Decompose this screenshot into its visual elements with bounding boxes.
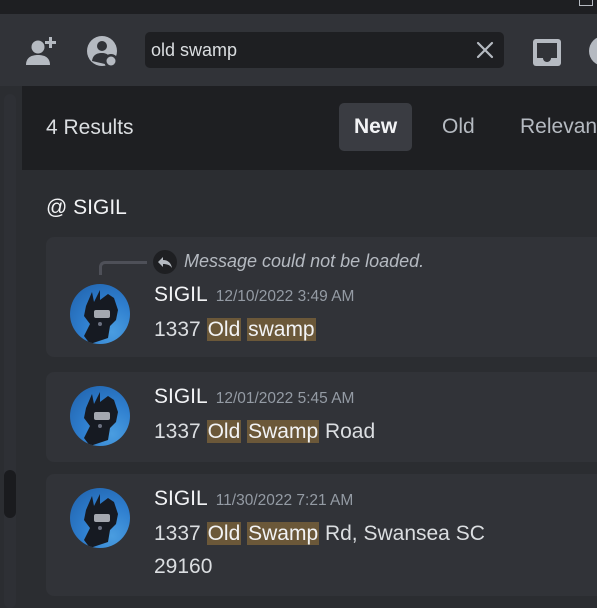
message-author[interactable]: SIGIL	[154, 283, 208, 306]
search-box[interactable]	[145, 32, 504, 68]
reply-arrow-icon	[153, 250, 177, 274]
text-segment: Road	[319, 420, 376, 443]
search-result-message[interactable]: SIGIL 11/30/2022 7:21 AM 1337 Old Swamp R…	[46, 474, 597, 596]
channel-header[interactable]: @ SIGIL	[46, 196, 127, 220]
message-timestamp: 12/10/2022 3:49 AM	[215, 288, 355, 305]
sort-tab-relevant[interactable]: Relevant	[505, 103, 597, 151]
text-segment: 1337	[154, 318, 207, 341]
message-timestamp: 12/01/2022 5:45 AM	[215, 390, 355, 407]
sort-tab-old[interactable]: Old	[427, 103, 490, 151]
text-segment: 1337	[154, 522, 207, 545]
inbox-icon[interactable]	[530, 34, 566, 70]
window-title-strip	[0, 0, 597, 14]
search-highlight: Old	[206, 420, 242, 443]
clear-search-icon[interactable]	[474, 39, 496, 61]
message-author[interactable]: SIGIL	[154, 487, 208, 510]
help-icon[interactable]	[589, 36, 597, 66]
search-results-header: 4 Results New Old Relevant	[22, 86, 597, 170]
avatar[interactable]	[70, 386, 130, 446]
reply-preview[interactable]: Message could not be loaded.	[184, 251, 424, 272]
avatar[interactable]	[70, 488, 130, 548]
add-friend-icon[interactable]	[24, 34, 60, 70]
avatar[interactable]	[70, 284, 130, 344]
message-timestamp: 11/30/2022 7:21 AM	[215, 492, 354, 509]
search-result-message[interactable]: SIGIL 12/01/2022 5:45 AM 1337 Old Swamp R…	[46, 372, 597, 462]
text-segment: 1337	[154, 420, 207, 443]
search-highlight: Old	[206, 318, 242, 341]
toolbar	[0, 14, 597, 86]
results-count: 4 Results	[46, 116, 134, 139]
search-highlight: Old	[206, 522, 242, 545]
maximize-icon[interactable]	[579, 0, 593, 6]
message-author[interactable]: SIGIL	[154, 385, 208, 408]
profile-status-icon[interactable]	[85, 34, 121, 70]
left-panel-scrollbar	[0, 86, 22, 608]
search-highlight: Swamp	[247, 420, 320, 443]
scrollbar-thumb[interactable]	[4, 470, 16, 518]
message-content: 1337 Old swamp	[154, 313, 574, 346]
search-highlight: swamp	[247, 318, 316, 341]
message-content: 1337 Old Swamp Road	[154, 415, 574, 448]
search-highlight: Swamp	[247, 522, 320, 545]
scrollbar-track[interactable]	[4, 94, 16, 608]
search-results-list: @ SIGIL Message could not be loaded. SIG…	[22, 170, 597, 608]
sort-tab-new[interactable]: New	[339, 103, 413, 151]
message-content: 1337 Old Swamp Rd, Swansea SC 29160	[154, 517, 504, 583]
reply-connector	[99, 261, 147, 275]
search-result-message[interactable]: Message could not be loaded. SIGIL 12/10/…	[46, 237, 597, 357]
search-input[interactable]	[151, 32, 461, 68]
